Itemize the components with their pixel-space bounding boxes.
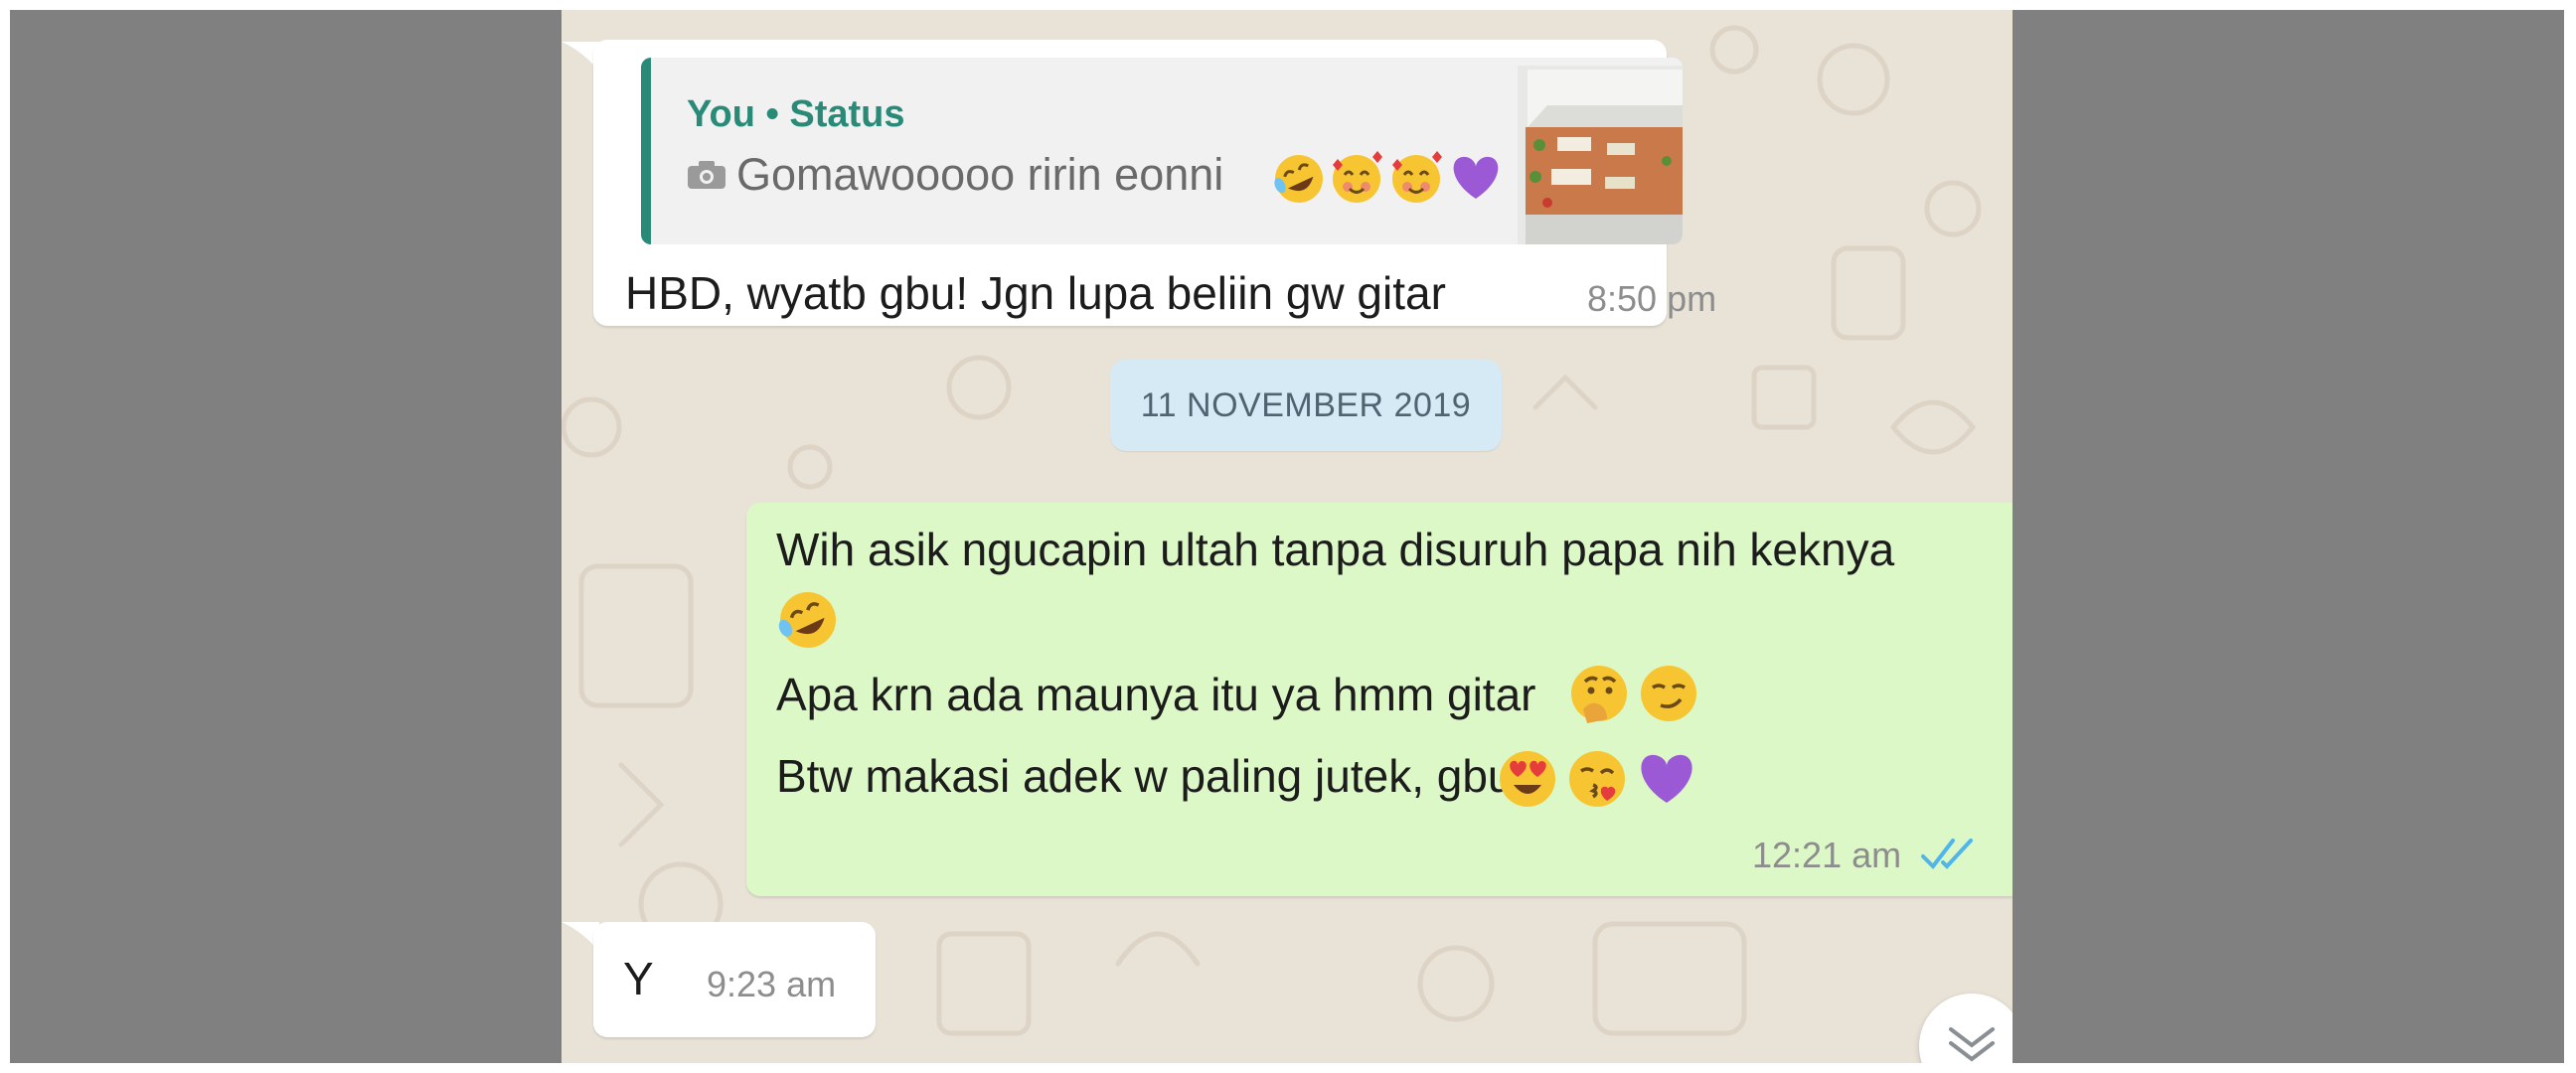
message-line-2: Apa krn ada maunya itu ya hmm gitar [776, 669, 1536, 720]
quote-accent-bar [641, 58, 651, 244]
purple-heart-emoji [1641, 754, 1692, 803]
message-text: HBD, wyatb gbu! Jgn lupa beliin gw gitar [625, 267, 1446, 319]
rolling-laughing-emoji [1274, 155, 1323, 203]
quoted-status-reply[interactable]: You • Status Gomawooooo ririn eonni [641, 58, 1683, 244]
message-line-3: Btw makasi adek w paling jutek, gbu [776, 750, 1514, 802]
smiling-hearts-emoji [1392, 151, 1442, 203]
incoming-message-bubble[interactable]: You • Status Gomawooooo ririn eonni HBD,… [593, 40, 1716, 326]
chat-panel[interactable]: You • Status Gomawooooo ririn eonni HBD,… [562, 10, 2012, 1063]
quoted-sender: You • Status [687, 93, 905, 135]
quoted-emoji-group [1274, 151, 1499, 203]
date-separator: 11 NOVEMBER 2019 [1110, 360, 1502, 451]
kiss-emoji [1569, 751, 1625, 807]
smirk-emoji [1641, 666, 1696, 721]
message-timestamp: 12:21 am [1752, 835, 1902, 875]
rolling-laughing-emoji [778, 592, 836, 648]
status-image-thumbnail[interactable] [1518, 66, 1683, 244]
message-line-1: Wih asik ngucapin ultah tanpa disuruh pa… [776, 524, 1895, 575]
incoming-message-bubble[interactable]: Y 9:23 am [593, 922, 876, 1037]
message-text: Y [623, 953, 654, 1004]
date-separator-label: 11 NOVEMBER 2019 [1140, 385, 1472, 424]
chevron-double-down-icon [1949, 1027, 1995, 1062]
purple-heart-emoji [1453, 156, 1499, 199]
message-timestamp: 9:23 am [707, 964, 837, 1004]
message-timestamp: 8:50 pm [1587, 278, 1717, 319]
quoted-text: Gomawooooo ririn eonni [736, 149, 1224, 200]
heart-eyes-emoji [1500, 751, 1555, 807]
double-check-read-icon [1921, 839, 1973, 870]
thinking-hand-emoji [1571, 666, 1627, 723]
outgoing-message-bubble[interactable]: Wih asik ngucapin ultah tanpa disuruh pa… [746, 503, 2012, 896]
smiling-hearts-emoji [1333, 151, 1382, 203]
camera-icon [688, 161, 725, 189]
